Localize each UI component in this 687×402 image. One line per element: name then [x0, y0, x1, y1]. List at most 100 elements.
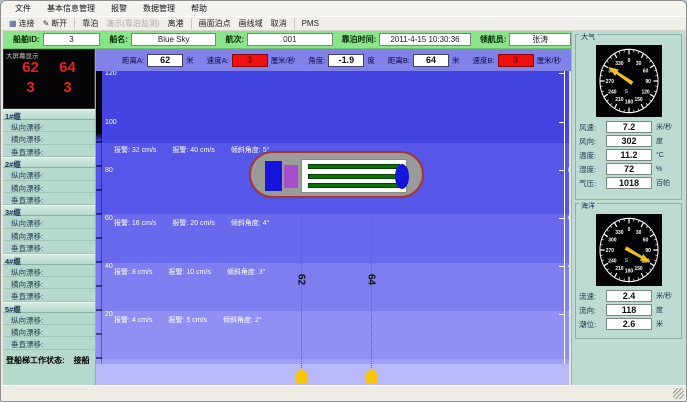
wind-speed-label: 风速:: [579, 122, 606, 133]
svg-text:60: 60: [642, 68, 648, 74]
axis-tick: [559, 314, 564, 315]
ship-name-field[interactable]: Blue Sky: [131, 33, 216, 46]
axis-label: 80: [105, 167, 113, 174]
display-distance-a: 62: [22, 58, 39, 78]
svg-text:90: 90: [645, 248, 651, 254]
humidity-label: 湿度:: [579, 164, 606, 175]
cable-1-header: 1#缆: [3, 109, 95, 120]
svg-text:90: 90: [645, 79, 651, 85]
wind-dir-value: 302: [606, 135, 652, 147]
svg-text:240: 240: [608, 258, 616, 264]
axis-label: 20: [105, 311, 113, 318]
drift-row: 横向漂移:: [3, 181, 95, 193]
mooring-sidebar: 大屏幕显示 62 64 3 3 1#缆 纵向漂移: 横向漂移: 垂直漂移: 2#…: [3, 49, 96, 387]
current-speed-unit: 米/秒: [656, 291, 672, 301]
toolbar-separator: [294, 19, 295, 29]
ship-info-bar: 船舶ID: 3 船名: Blue Sky 航次: 001 靠泊时间: 2011-…: [3, 31, 571, 49]
humidity-value: 72: [606, 163, 652, 175]
alarm-text: 报警: 5 cm/s: [169, 315, 208, 325]
wind-dir-label: 风向:: [579, 136, 606, 147]
pencil-icon: ✎: [43, 20, 50, 28]
alarm-text: 倾斜角度: 3°: [227, 267, 266, 277]
alarm-text: 倾斜角度: 2°: [223, 315, 262, 325]
berth-button[interactable]: 靠泊: [78, 17, 102, 30]
current-dir-label: 流向:: [579, 305, 606, 316]
angle-label: 角度:: [308, 55, 325, 66]
draw-zone-button[interactable]: 画线域: [235, 17, 267, 30]
distance-b-unit: 米: [452, 55, 460, 66]
wind-dir-unit: 度: [656, 136, 663, 146]
display-distance-b: 64: [59, 58, 76, 78]
toolbar-separator: [74, 19, 75, 29]
menu-file[interactable]: 文件: [7, 1, 39, 16]
disconnect-button[interactable]: ✎断开: [39, 17, 72, 30]
drift-row: 垂直漂移:: [3, 337, 95, 349]
svg-text:30: 30: [635, 230, 641, 236]
distance-a-unit: 米: [186, 55, 194, 66]
resize-grip-icon[interactable]: [673, 388, 684, 399]
current-speed-label: 流速:: [579, 291, 606, 302]
cargo-hatch: [308, 174, 400, 179]
menu-data[interactable]: 数据管理: [135, 1, 183, 16]
cancel-button[interactable]: 取消: [267, 17, 291, 30]
alarm-text: 报警: 16 cm/s: [114, 218, 156, 228]
drift-row: 纵向漂移:: [3, 216, 95, 228]
axis-tick: [559, 266, 564, 267]
temperature-unit: °C: [656, 152, 664, 159]
distance-b-label: 距离B:: [388, 55, 410, 66]
depart-button[interactable]: 离港: [164, 17, 188, 30]
connect-button[interactable]: ▦连接: [5, 17, 39, 30]
speed-a-label: 速度A:: [207, 55, 229, 66]
environment-panel: 大气 0306090120150180210240270300330S 风速:7…: [571, 31, 686, 387]
axis-label: 40: [105, 263, 113, 270]
humidity-unit: %: [656, 166, 662, 173]
distance-speed-bar: 距离A: 62 米 速度A: 3 厘米/秒 角度: -1.9 度 距离B: 64…: [96, 49, 571, 71]
svg-text:210: 210: [615, 97, 623, 103]
svg-text:270: 270: [605, 79, 613, 85]
toolbar-separator: [191, 19, 192, 29]
sensor-a-distance-label: 62: [296, 272, 307, 288]
screen-point-button[interactable]: 画面泊点: [195, 17, 235, 30]
svg-text:300: 300: [608, 237, 616, 243]
menu-help[interactable]: 帮助: [183, 1, 215, 16]
temperature-value: 11.2: [606, 149, 652, 161]
speed-b-label: 速度B:: [472, 55, 494, 66]
axis-tick: [559, 122, 564, 123]
toolbar: ▦连接 ✎断开 靠泊 演示(靠泊监测) 离港 画面泊点 画线域 取消 PMS: [1, 16, 686, 31]
voyage-field[interactable]: 001: [247, 33, 332, 46]
svg-text:0: 0: [627, 58, 630, 64]
alarm-band-4deg: 报警: 16 cm/s 报警: 20 cm/s 倾斜角度: 4°: [114, 218, 269, 228]
atmosphere-title: 大气: [579, 34, 597, 42]
berth-sensor-a-marker: [295, 368, 308, 384]
voyage-label: 航次:: [225, 34, 244, 45]
ship-funnel-block: [284, 165, 298, 188]
svg-text:180: 180: [624, 269, 632, 275]
menu-basic-info[interactable]: 基本信息管理: [39, 1, 103, 16]
axis-tick: [559, 73, 564, 74]
pilot-field[interactable]: 张涛: [509, 33, 571, 46]
berth-time-field[interactable]: 2011-4-15 10:30:36: [379, 33, 470, 46]
cable-2-header: 2#缆: [3, 157, 95, 168]
wind-speed-unit: 米/秒: [656, 122, 672, 132]
angle-unit: 度: [367, 55, 375, 66]
ship-id-field[interactable]: 3: [43, 33, 101, 46]
menu-alarm[interactable]: 报警: [103, 1, 135, 16]
axis-label: 120: [105, 71, 117, 77]
distance-b-value: 64: [413, 54, 449, 67]
drift-row: 横向漂移:: [3, 229, 95, 241]
drift-row: 垂直漂移:: [3, 193, 95, 205]
svg-text:150: 150: [634, 97, 642, 103]
svg-text:60: 60: [642, 237, 648, 243]
cable-4-header: 4#缆: [3, 254, 95, 265]
alarm-text: 报警: 8 cm/s: [114, 267, 153, 277]
speed-b-value: 3: [498, 54, 534, 67]
right-axis-ruler: [564, 71, 565, 364]
pms-button[interactable]: PMS: [298, 18, 323, 29]
axis-tick: [559, 218, 564, 219]
drift-row: 纵向漂移:: [3, 313, 95, 325]
svg-text:180: 180: [624, 100, 632, 106]
speed-b-unit: 厘米/秒: [537, 55, 562, 66]
cable-3-header: 3#缆: [3, 205, 95, 216]
tide-level-label: 潮位:: [579, 319, 606, 330]
gangway-status-value: 接船: [74, 355, 90, 366]
